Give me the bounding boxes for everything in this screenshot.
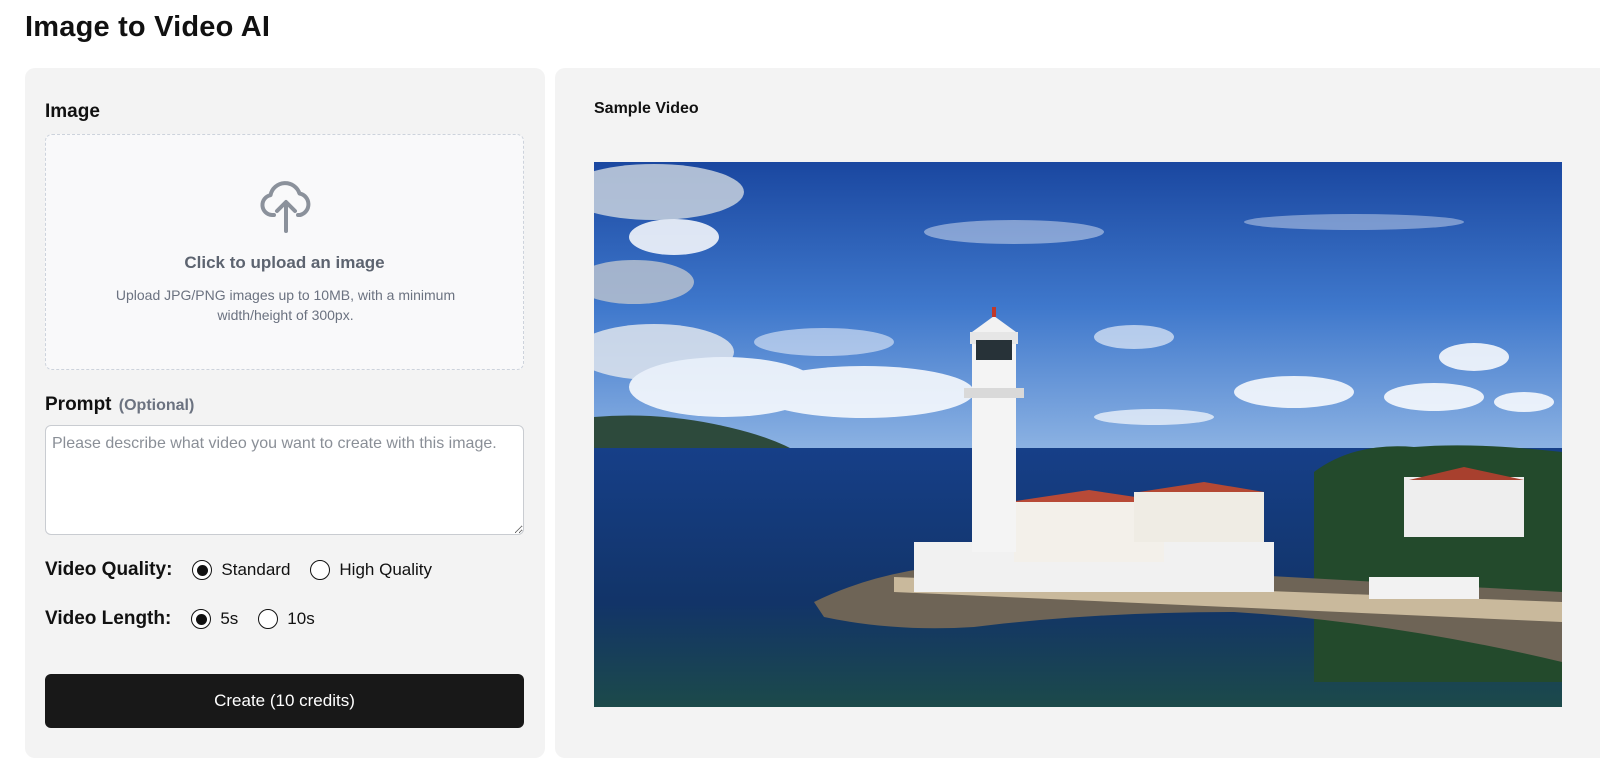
image-section-label: Image — [45, 101, 100, 122]
radio-selected-indicator[interactable] — [191, 609, 212, 629]
video-length-group: Video Length: 5s 10s — [45, 605, 335, 633]
sample-video-frame — [594, 162, 1562, 707]
prompt-label-text: Prompt — [45, 394, 112, 415]
create-button[interactable]: Create (10 credits) — [45, 674, 524, 728]
sample-video-player[interactable] — [594, 162, 1562, 707]
radio-selected-indicator[interactable] — [192, 560, 213, 580]
radio-unselected-indicator[interactable] — [310, 560, 331, 580]
prompt-label: Prompt (Optional) — [45, 394, 194, 416]
page-title: Image to Video AI — [25, 11, 271, 43]
quality-high-radio[interactable]: High Quality — [310, 560, 432, 580]
quality-standard-label[interactable]: Standard — [221, 560, 290, 580]
upload-form-panel: Image Click to upload an image Upload JP… — [25, 68, 545, 758]
upload-description: Upload JPG/PNG images up to 10MB, with a… — [115, 287, 456, 323]
quality-high-label[interactable]: High Quality — [339, 560, 432, 580]
length-5s-label[interactable]: 5s — [220, 609, 238, 629]
video-quality-group: Video Quality: Standard High Quality — [45, 556, 452, 584]
length-5s-radio[interactable]: 5s — [191, 609, 238, 629]
length-10s-label[interactable]: 10s — [287, 609, 314, 629]
image-upload-dropzone[interactable]: Click to upload an image Upload JPG/PNG … — [45, 134, 524, 370]
video-length-label: Video Length: — [45, 608, 172, 629]
length-10s-radio[interactable]: 10s — [258, 609, 315, 629]
sample-video-panel: Sample Video — [555, 68, 1600, 758]
radio-unselected-indicator[interactable] — [258, 609, 279, 629]
prompt-optional-hint: (Optional) — [118, 397, 195, 414]
sample-video-label: Sample Video — [594, 100, 699, 117]
video-quality-label: Video Quality: — [45, 559, 173, 580]
prompt-input[interactable] — [45, 425, 524, 535]
upload-title: Click to upload an image — [184, 253, 385, 272]
cloud-upload-icon — [260, 181, 311, 233]
quality-standard-radio[interactable]: Standard — [192, 560, 290, 580]
